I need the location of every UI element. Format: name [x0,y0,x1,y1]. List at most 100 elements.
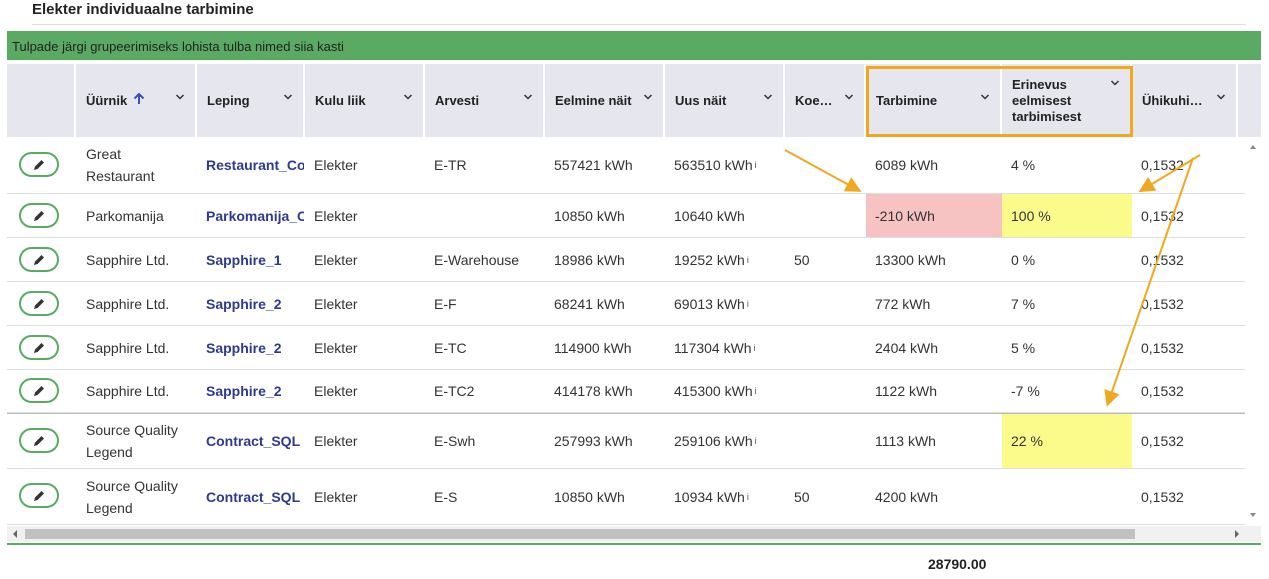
cell-cost-type: Elekter [314,433,358,449]
column-header-label: Arvesti [435,93,480,108]
cell-consumption: 6089 kWh [875,157,939,173]
cell-contract-link[interactable]: Contract_SQL [206,469,304,524]
group-drop-zone[interactable]: Tulpade järgi grupeerimiseks lohista tul… [7,31,1261,60]
cell-difference: 7 % [1011,295,1036,312]
cell-cost-type: Elekter [314,157,358,173]
cell-contract-link[interactable]: Sapphire_2 [206,370,304,412]
cell-tenant: Source Quality Legend [86,469,196,524]
column-header-koefitsient[interactable]: Koe… [785,64,866,137]
cell-consumption: 1122 kWh [875,383,937,399]
cell-previous-reading: 10850 kWh [554,488,625,505]
cell-meter: E-TC [434,339,467,356]
edit-button[interactable] [19,152,59,177]
pencil-icon [34,435,44,446]
cell-tenant: Sapphire Ltd. [86,383,170,399]
horizontal-scroll-thumb[interactable] [25,529,1135,539]
cell-contract-link[interactable]: Sapphire_2 [206,326,304,369]
cell-previous-reading: 557421 kWh [554,157,633,173]
edit-button[interactable] [19,428,59,453]
cell-new-reading: 415300 kWh i [674,370,784,412]
cell-unit-price: 0,1532 [1141,383,1184,399]
table-row: Parkomanija Parkomanija_Co Elekter 10850… [7,194,1245,238]
column-header-eelmine-nait[interactable]: Eelmine näit [545,64,665,137]
cell-meter: E-Swh [434,433,476,449]
chevron-down-icon[interactable] [403,92,413,102]
cell-contract-link[interactable]: Sapphire_2 [206,282,304,325]
cell-contract-link[interactable]: Sapphire_1 [206,238,304,281]
edit-button[interactable] [19,483,59,508]
info-marker[interactable]: i [747,255,749,265]
cell-contract-link[interactable]: Restaurant_Con [206,137,304,193]
chevron-down-icon[interactable] [1216,92,1226,102]
cell-tenant: Source Quality Legend [86,414,196,468]
column-header-arvesti[interactable]: Arvesti [425,64,545,137]
cell-consumption: 1113 kWh [875,433,936,449]
cell-previous-reading: 114900 kWh [554,339,632,356]
cell-consumption: -210 kWh [875,207,935,224]
cell-difference: 22 % [1011,433,1043,449]
cell-contract-link[interactable]: Contract_SQL [206,414,304,468]
column-header-label: Koe… [795,93,833,108]
column-header-label: Eelmine näit [555,93,632,108]
edit-button[interactable] [19,291,59,316]
cell-coefficient [794,414,864,468]
column-header-select [7,64,76,137]
edit-button[interactable] [19,378,59,403]
sort-ascending-icon[interactable] [133,92,145,108]
pencil-icon [34,385,44,396]
column-header-yurnik[interactable]: Üürnik [76,64,197,137]
cell-consumption: 2404 kWh [875,339,939,356]
edit-button[interactable] [19,247,59,272]
edit-button[interactable] [19,203,59,228]
cell-meter: E-TR [434,157,467,173]
pencil-icon [34,210,44,221]
cell-unit-price: 0,1532 [1141,207,1184,224]
pencil-icon [34,490,44,501]
page-title: Elekter individuaalne tarbimine [32,1,254,18]
column-header-kulu-liik[interactable]: Kulu liik [305,64,425,137]
edit-button[interactable] [19,335,59,360]
cell-consumption: 772 kWh [875,295,931,312]
chevron-down-icon[interactable] [175,92,185,102]
cell-tenant: Sapphire Ltd. [86,339,170,356]
cell-tenant: Great Restaurant [86,137,196,193]
info-marker[interactable]: i [747,299,749,309]
cell-contract-link[interactable]: Parkomanija_Co [206,194,304,237]
info-marker[interactable]: i [754,343,756,353]
chevron-down-icon[interactable] [844,92,854,102]
column-header-leping[interactable]: Leping [197,64,305,137]
scroll-left-icon[interactable] [9,526,21,542]
cell-new-reading: 69013 kWh i [674,282,784,325]
table-row: Source Quality Legend Contract_SQL Elekte… [7,413,1245,469]
info-marker[interactable]: i [755,386,757,396]
vertical-scrollbar[interactable] [1245,137,1261,524]
chevron-down-icon[interactable] [523,92,533,102]
info-marker[interactable]: i [755,160,757,170]
cell-cost-type: Elekter [314,207,358,224]
column-header-label: Üürnik [86,93,128,108]
cell-meter: E-Warehouse [434,251,520,268]
cell-new-reading: 10934 kWh i [674,469,784,524]
chevron-down-icon[interactable] [643,92,653,102]
column-header-uhikuhind[interactable]: Ühikuhi… [1132,64,1238,137]
new-reading-value: 10640 kWh [674,207,745,224]
new-reading-value: 415300 kWh [674,383,753,399]
cell-meter [434,194,544,237]
cell-previous-reading: 10850 kWh [554,207,625,224]
cell-new-reading: 19252 kWh i [674,238,784,281]
info-marker[interactable]: i [755,436,757,446]
cell-coefficient: 50 [794,251,810,268]
horizontal-scrollbar[interactable] [7,526,1261,542]
info-marker[interactable]: i [747,492,749,502]
cell-new-reading: 117304 kWh i [674,326,784,369]
cell-unit-price: 0,1532 [1141,339,1184,356]
cell-new-reading: 10640 kWh [674,194,784,237]
cell-tenant: Sapphire Ltd. [86,251,170,268]
pencil-icon [34,342,44,353]
scroll-right-icon[interactable] [1231,526,1243,542]
column-header-uus-nait[interactable]: Uus näit [665,64,785,137]
chevron-down-icon[interactable] [283,92,293,102]
table-row: Sapphire Ltd. Sapphire_2 Elekter E-F 682… [7,282,1245,326]
chevron-down-icon[interactable] [763,92,773,102]
cell-cost-type: Elekter [314,251,358,268]
